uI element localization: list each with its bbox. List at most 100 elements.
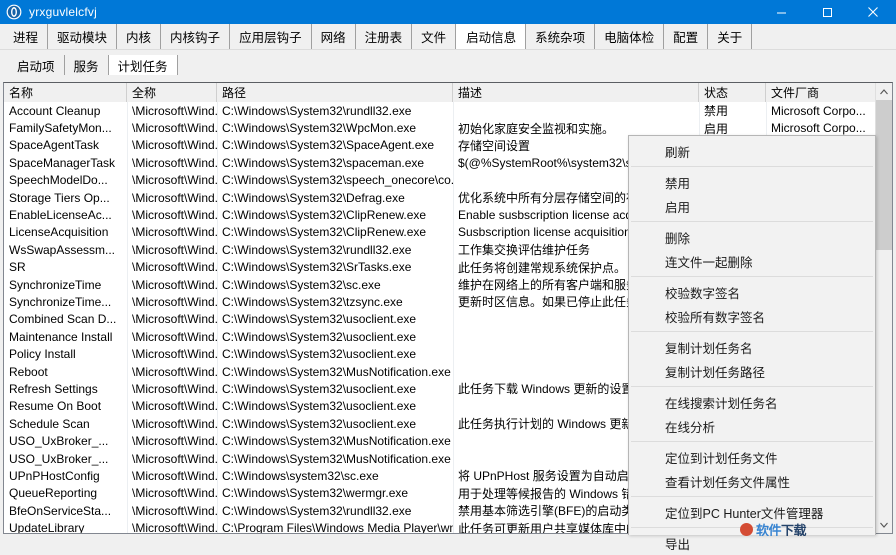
maximize-button[interactable] (804, 0, 850, 24)
watermark-dot-icon (740, 523, 753, 536)
cell-full: \Microsoft\Wind... (132, 486, 217, 501)
cell-full: \Microsoft\Wind... (132, 242, 217, 257)
context-menu-item[interactable]: 启用 (629, 194, 875, 218)
cell-full: \Microsoft\Wind... (132, 364, 217, 379)
column-header-3[interactable]: 描述 (453, 83, 699, 102)
cell-name: Resume On Boot (9, 399, 102, 414)
table-row[interactable]: Account Cleanup \Microsoft\Wind... C:\Wind… (4, 102, 892, 119)
cell-path: C:\Windows\System32\usoclient.exe (222, 347, 417, 362)
cell-path: C:\Windows\System32\MusNotification.exe (222, 434, 451, 449)
main-tab-2[interactable]: 内核 (117, 24, 162, 49)
cell-desc (453, 102, 699, 119)
main-tab-0[interactable]: 进程 (4, 24, 49, 49)
scrollbar-thumb[interactable] (876, 100, 892, 250)
context-menu-item[interactable]: 校验所有数字签名 (629, 304, 875, 328)
cell-path: C:\Windows\System32\WpcMon.exe (222, 121, 417, 136)
context-menu-item[interactable]: 定位到计划任务文件 (629, 445, 875, 469)
context-menu-separator (631, 276, 873, 277)
main-tab-10[interactable]: 电脑体检 (595, 24, 665, 49)
cell-full: \Microsoft\Wind... (132, 468, 217, 483)
main-tab-3[interactable]: 内核钩子 (161, 24, 231, 49)
cell-path: C:\Windows\System32\tzsync.exe (222, 294, 403, 309)
scroll-up-arrow-icon[interactable] (876, 83, 892, 100)
main-tab-12[interactable]: 关于 (708, 24, 753, 49)
sub-tab-2[interactable]: 计划任务 (108, 55, 178, 75)
context-menu-item[interactable]: 在线搜索计划任务名 (629, 390, 875, 414)
cell-full: \Microsoft\Wind... (132, 103, 217, 118)
cell-status: 禁用 (704, 104, 729, 119)
site-watermark: 软件下载 (740, 522, 880, 536)
main-tab-6[interactable]: 注册表 (356, 24, 413, 49)
cell-name: WsSwapAssessm... (9, 242, 116, 257)
context-menu-item[interactable]: 刷新 (629, 139, 875, 163)
cell-path: C:\Windows\System32\rundll32.exe (222, 242, 412, 257)
cell-path: C:\Windows\System32\wermgr.exe (222, 486, 409, 501)
cell-full: \Microsoft\Wind... (132, 329, 217, 344)
context-menu-item[interactable]: 禁用 (629, 170, 875, 194)
cell-path: C:\Windows\System32\usoclient.exe (222, 399, 417, 414)
cell-path: C:\Windows\System32\spaceman.exe (222, 155, 425, 170)
cell-path: C:\Windows\System32\MusNotification.exe (222, 451, 451, 466)
context-menu-separator (631, 496, 873, 497)
cell-name: USO_UxBroker_... (9, 451, 109, 466)
cell-name: Account Cleanup (9, 103, 101, 118)
cell-name: FamilySafetyMon... (9, 121, 112, 136)
column-header-0[interactable]: 名称 (4, 83, 127, 102)
cell-full: \Microsoft\Wind... (132, 138, 217, 153)
cell-name: Refresh Settings (9, 381, 98, 396)
cell-path: C:\Windows\System32\MusNotification.exe (222, 364, 451, 379)
main-tab-8[interactable]: 启动信息 (456, 24, 527, 49)
main-tab-9[interactable]: 系统杂项 (526, 24, 596, 49)
context-menu-item[interactable]: 查看计划任务文件属性 (629, 469, 875, 493)
cell-full: \Microsoft\Wind... (132, 155, 217, 170)
cell-path: C:\Windows\System32\ClipRenew.exe (222, 225, 427, 240)
cell-full: \Microsoft\Wind... (132, 225, 217, 240)
main-tab-4[interactable]: 应用层钩子 (230, 24, 312, 49)
column-header-1[interactable]: 全称 (127, 83, 217, 102)
cell-name: UpdateLibrary (9, 521, 85, 533)
context-menu-item[interactable]: 校验数字签名 (629, 280, 875, 304)
cell-path: C:\Windows\System32\usoclient.exe (222, 416, 417, 431)
main-tab-1[interactable]: 驱动模块 (48, 24, 118, 49)
minimize-button[interactable] (758, 0, 804, 24)
cell-name: SynchronizeTime (9, 277, 102, 292)
cell-name: Storage Tiers Op... (9, 190, 110, 205)
column-header-5[interactable]: 文件厂商 (766, 83, 876, 102)
cell-name: BfeOnServiceSta... (9, 503, 112, 518)
cell-name: SynchronizeTime... (9, 294, 112, 309)
window-titlebar: yrxguvlelcfvj (0, 0, 896, 24)
main-tab-11[interactable]: 配置 (664, 24, 709, 49)
cell-path: C:\Windows\System32\usoclient.exe (222, 329, 417, 344)
sub-tab-0[interactable]: 启动项 (8, 55, 65, 75)
context-menu-item[interactable]: 复制计划任务名 (629, 335, 875, 359)
close-button[interactable] (850, 0, 896, 24)
listview-header-row: 名称 全称 路径 描述 状态 文件厂商 (4, 83, 892, 102)
column-header-4[interactable]: 状态 (699, 83, 766, 102)
cell-full: \Microsoft\Wind... (132, 208, 217, 223)
cell-full: \Microsoft\Wind... (132, 260, 217, 275)
context-menu-item[interactable]: 删除 (629, 225, 875, 249)
vertical-scrollbar[interactable] (875, 83, 892, 533)
cell-name: SpeechModelDo... (9, 173, 108, 188)
cell-full: \Microsoft\Wind... (132, 434, 217, 449)
cell-name: SR (9, 260, 26, 275)
cell-path: C:\Windows\System32\usoclient.exe (222, 312, 417, 327)
cell-path: C:\Windows\System32\speech_onecore\co... (222, 173, 453, 188)
cell-full: \Microsoft\Wind... (132, 381, 217, 396)
context-menu-separator (631, 221, 873, 222)
main-tab-5[interactable]: 网络 (312, 24, 356, 49)
main-tab-7[interactable]: 文件 (412, 24, 457, 49)
context-menu-item[interactable]: 定位到PC Hunter文件管理器 (629, 500, 875, 524)
cell-vendor: Microsoft Corpo... (771, 103, 866, 118)
column-header-2[interactable]: 路径 (217, 83, 453, 102)
context-menu-item[interactable]: 连文件一起删除 (629, 249, 875, 273)
cell-full: \Microsoft\Wind... (132, 294, 217, 309)
context-menu-separator (631, 166, 873, 167)
cell-full: \Microsoft\Wind... (132, 503, 217, 518)
cell-path: C:\Windows\system32\sc.exe (222, 468, 379, 483)
sub-tab-1[interactable]: 服务 (65, 55, 109, 75)
listview-context-menu[interactable]: 刷新禁用 启用删除 连文件一起删除 校验数字签名 校验所有数字签名 复制计划任务名 复制计划… (628, 135, 876, 552)
cell-name: Combined Scan D... (9, 312, 117, 327)
context-menu-item[interactable]: 复制计划任务路径 (629, 359, 875, 383)
context-menu-item[interactable]: 在线分析 (629, 414, 875, 438)
